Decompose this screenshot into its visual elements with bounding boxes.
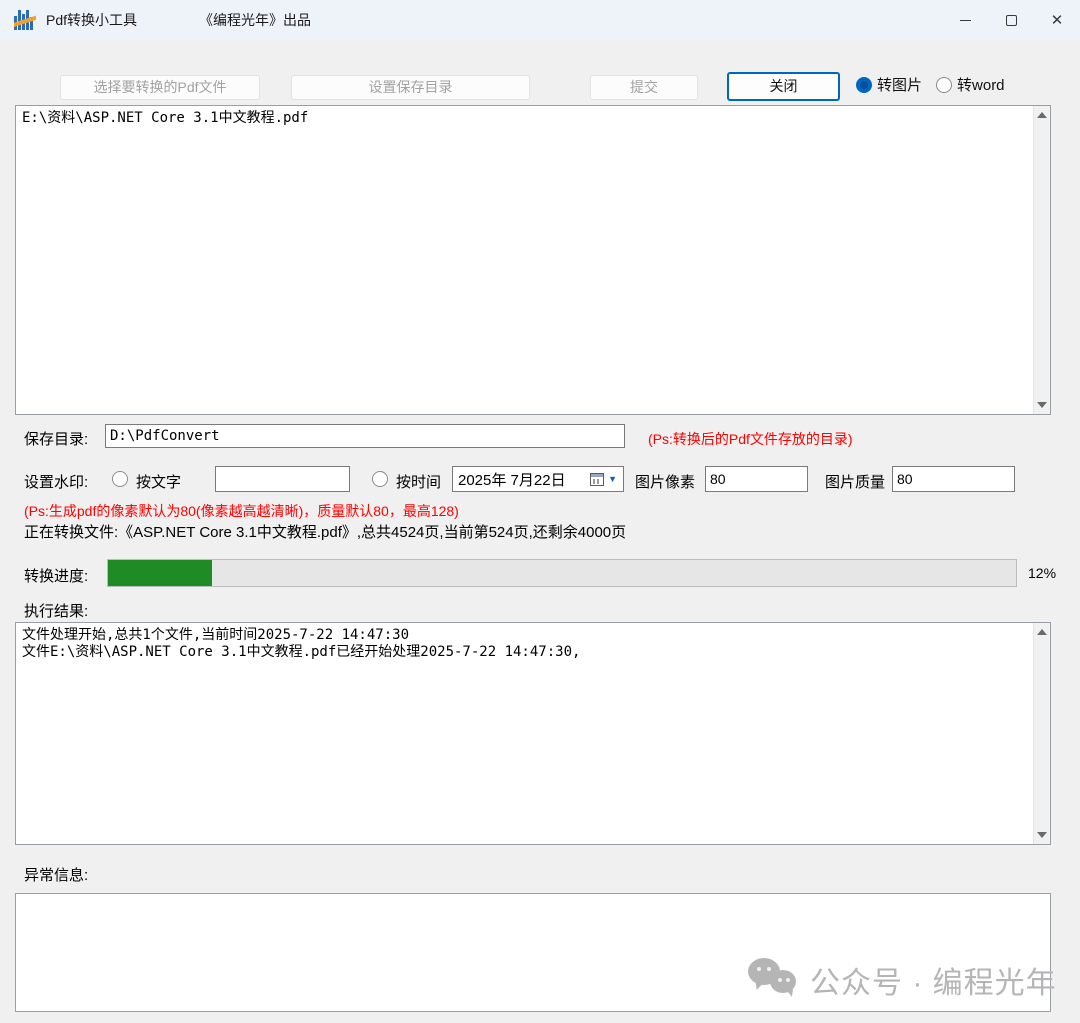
submit-button[interactable]: 提交 [590, 75, 698, 100]
file-list-content: E:\资料\ASP.NET Core 3.1中文教程.pdf [16, 106, 1050, 131]
caption-buttons: ✕ [942, 0, 1080, 40]
radio-selected-icon [856, 77, 872, 93]
footer-watermark: 公众号 · 编程光年 [748, 958, 1057, 1002]
progress-fill [108, 560, 212, 586]
scroll-down-icon[interactable] [1037, 832, 1047, 838]
date-value: 2025年 7月22日 [453, 469, 590, 490]
set-save-dir-button[interactable]: 设置保存目录 [291, 75, 530, 100]
convert-mode-group: 转图片 转word [856, 74, 1005, 95]
radio-convert-word-label: 转word [957, 74, 1005, 95]
watermark-text-input[interactable] [215, 466, 350, 492]
by-text-label: 按文字 [136, 471, 181, 492]
dropdown-arrow-icon[interactable]: ▼ [608, 474, 617, 484]
scroll-down-icon[interactable] [1037, 402, 1047, 408]
pixel-input[interactable]: 80 [705, 466, 808, 492]
file-list-box[interactable]: E:\资料\ASP.NET Core 3.1中文教程.pdf [15, 105, 1051, 415]
app-bar-chart-icon [14, 10, 36, 30]
save-dir-input[interactable]: D:\PdfConvert [105, 424, 625, 448]
result-content: 文件处理开始,总共1个文件,当前时间2025-7-22 14:47:30 文件E… [16, 623, 1050, 665]
window-subtitle: 《编程光年》出品 [199, 10, 311, 30]
save-dir-note: (Ps:转换后的Pdf文件存放的目录) [648, 429, 853, 449]
watermark-label: 设置水印: [24, 471, 88, 492]
error-content [16, 894, 1050, 902]
footer-watermark-text: 公众号 · 编程光年 [810, 958, 1057, 1002]
quality-input[interactable]: 80 [892, 466, 1015, 492]
progress-percent: 12% [1028, 565, 1056, 581]
select-pdf-button[interactable]: 选择要转换的Pdf文件 [60, 75, 260, 100]
date-picker[interactable]: 2025年 7月22日 ▼ [452, 466, 624, 492]
converting-status: 正在转换文件:《ASP.NET Core 3.1中文教程.pdf》,总共4524… [24, 521, 626, 542]
calendar-icon [590, 473, 604, 486]
result-label: 执行结果: [24, 600, 88, 621]
radio-by-text[interactable] [112, 471, 128, 487]
file-list-scrollbar[interactable] [1033, 106, 1050, 414]
minimize-icon [960, 20, 971, 21]
scroll-up-icon[interactable] [1037, 112, 1047, 118]
pixel-note: (Ps:生成pdf的像素默认为80(像素越高越清晰)，质量默认80，最高128) [24, 501, 459, 521]
close-icon: ✕ [1051, 13, 1064, 28]
pixel-label: 图片像素 [635, 471, 695, 492]
progress-label: 转换进度: [24, 565, 88, 586]
maximize-icon [1006, 15, 1017, 26]
close-window-button[interactable]: ✕ [1034, 0, 1080, 40]
save-dir-label: 保存目录: [24, 428, 88, 449]
radio-by-time[interactable] [372, 471, 388, 487]
by-time-label: 按时间 [396, 471, 441, 492]
result-box[interactable]: 文件处理开始,总共1个文件,当前时间2025-7-22 14:47:30 文件E… [15, 622, 1051, 845]
close-button[interactable]: 关闭 [727, 72, 840, 101]
titlebar: Pdf转换小工具 《编程光年》出品 ✕ [0, 0, 1080, 40]
error-label: 异常信息: [24, 864, 88, 885]
pdf-converter-window: Pdf转换小工具 《编程光年》出品 ✕ 选择要转换的Pdf文件 设置保存目录 提… [0, 0, 1080, 1023]
wechat-icon [748, 958, 800, 1002]
scroll-up-icon[interactable] [1037, 629, 1047, 635]
window-title: Pdf转换小工具 [46, 10, 137, 30]
maximize-button[interactable] [988, 0, 1034, 40]
progress-bar [107, 559, 1017, 587]
radio-convert-word[interactable]: 转word [936, 74, 1005, 95]
radio-convert-image[interactable]: 转图片 [856, 74, 922, 95]
minimize-button[interactable] [942, 0, 988, 40]
radio-unselected-icon [936, 77, 952, 93]
radio-convert-image-label: 转图片 [877, 74, 922, 95]
result-scrollbar[interactable] [1033, 623, 1050, 844]
quality-label: 图片质量 [825, 471, 885, 492]
